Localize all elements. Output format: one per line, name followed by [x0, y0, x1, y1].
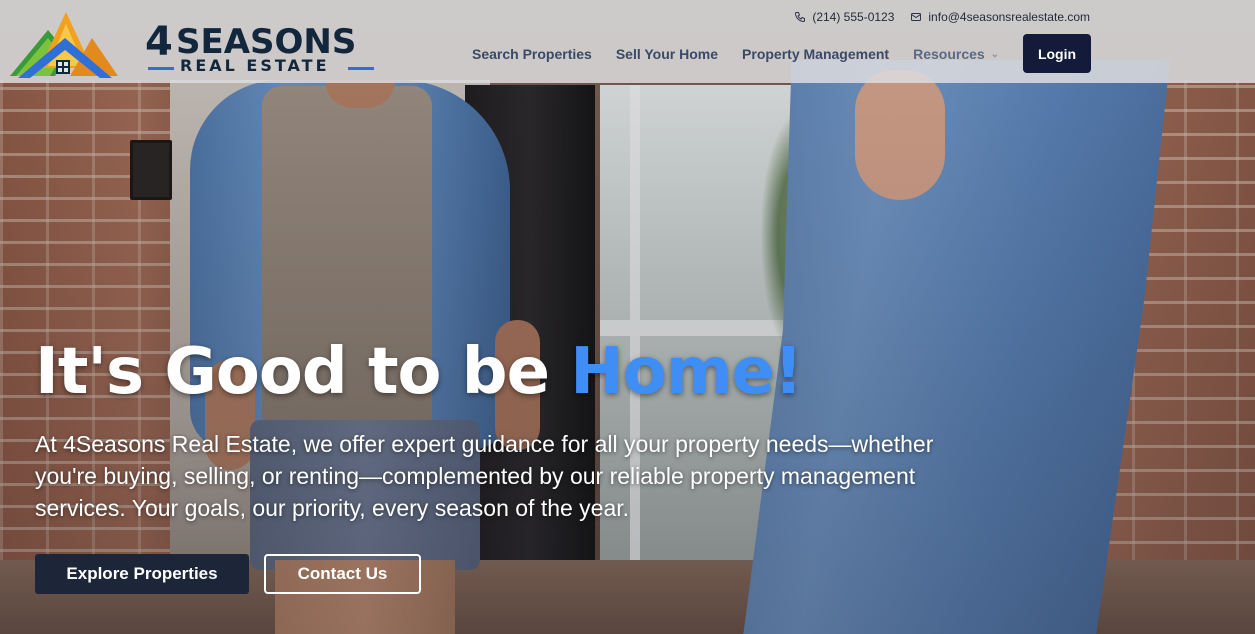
contact-us-button[interactable]: Contact Us — [264, 554, 421, 594]
email-address: info@4seasonsrealestate.com — [928, 10, 1090, 24]
hero-overlay — [0, 0, 1255, 634]
nav-sell-your-home[interactable]: Sell Your Home — [616, 46, 718, 62]
chevron-down-icon: ⌄ — [990, 48, 1000, 60]
hero-background-image — [0, 0, 1255, 634]
headline-accent: Home! — [570, 335, 803, 409]
logo-accent-bar — [148, 67, 174, 70]
headline-text: It's Good to be — [35, 335, 571, 409]
site-header: 4 SEASONS REAL ESTATE (214) 555-0123 inf… — [0, 0, 1255, 83]
mail-icon — [911, 13, 922, 21]
phone-number: (214) 555-0123 — [812, 10, 895, 24]
phone-icon — [795, 12, 806, 23]
logo-number: 4 — [145, 19, 173, 65]
nav-property-management[interactable]: Property Management — [742, 46, 889, 62]
nav-resources-label: Resources — [913, 46, 985, 62]
contact-info: (214) 555-0123 info@4seasonsrealestate.c… — [794, 10, 1090, 24]
hero-description: At 4Seasons Real Estate, we offer expert… — [35, 431, 934, 521]
house-mountains-logo-icon — [10, 12, 118, 78]
explore-properties-button[interactable]: Explore Properties — [35, 554, 249, 594]
login-button[interactable]: Login — [1023, 34, 1091, 73]
hero-headline: It's Good to be Home! — [35, 332, 803, 412]
nav-resources[interactable]: Resources ⌄ — [913, 46, 999, 62]
logo-subtitle: REAL ESTATE — [180, 56, 330, 75]
nav-search-properties[interactable]: Search Properties — [472, 46, 592, 62]
email-link[interactable]: info@4seasonsrealestate.com — [910, 10, 1090, 24]
main-nav: Search Properties Sell Your Home Propert… — [472, 46, 1023, 62]
logo-accent-bar — [348, 67, 374, 70]
phone-link[interactable]: (214) 555-0123 — [794, 10, 894, 24]
site-logo[interactable]: 4 SEASONS REAL ESTATE — [10, 8, 380, 80]
